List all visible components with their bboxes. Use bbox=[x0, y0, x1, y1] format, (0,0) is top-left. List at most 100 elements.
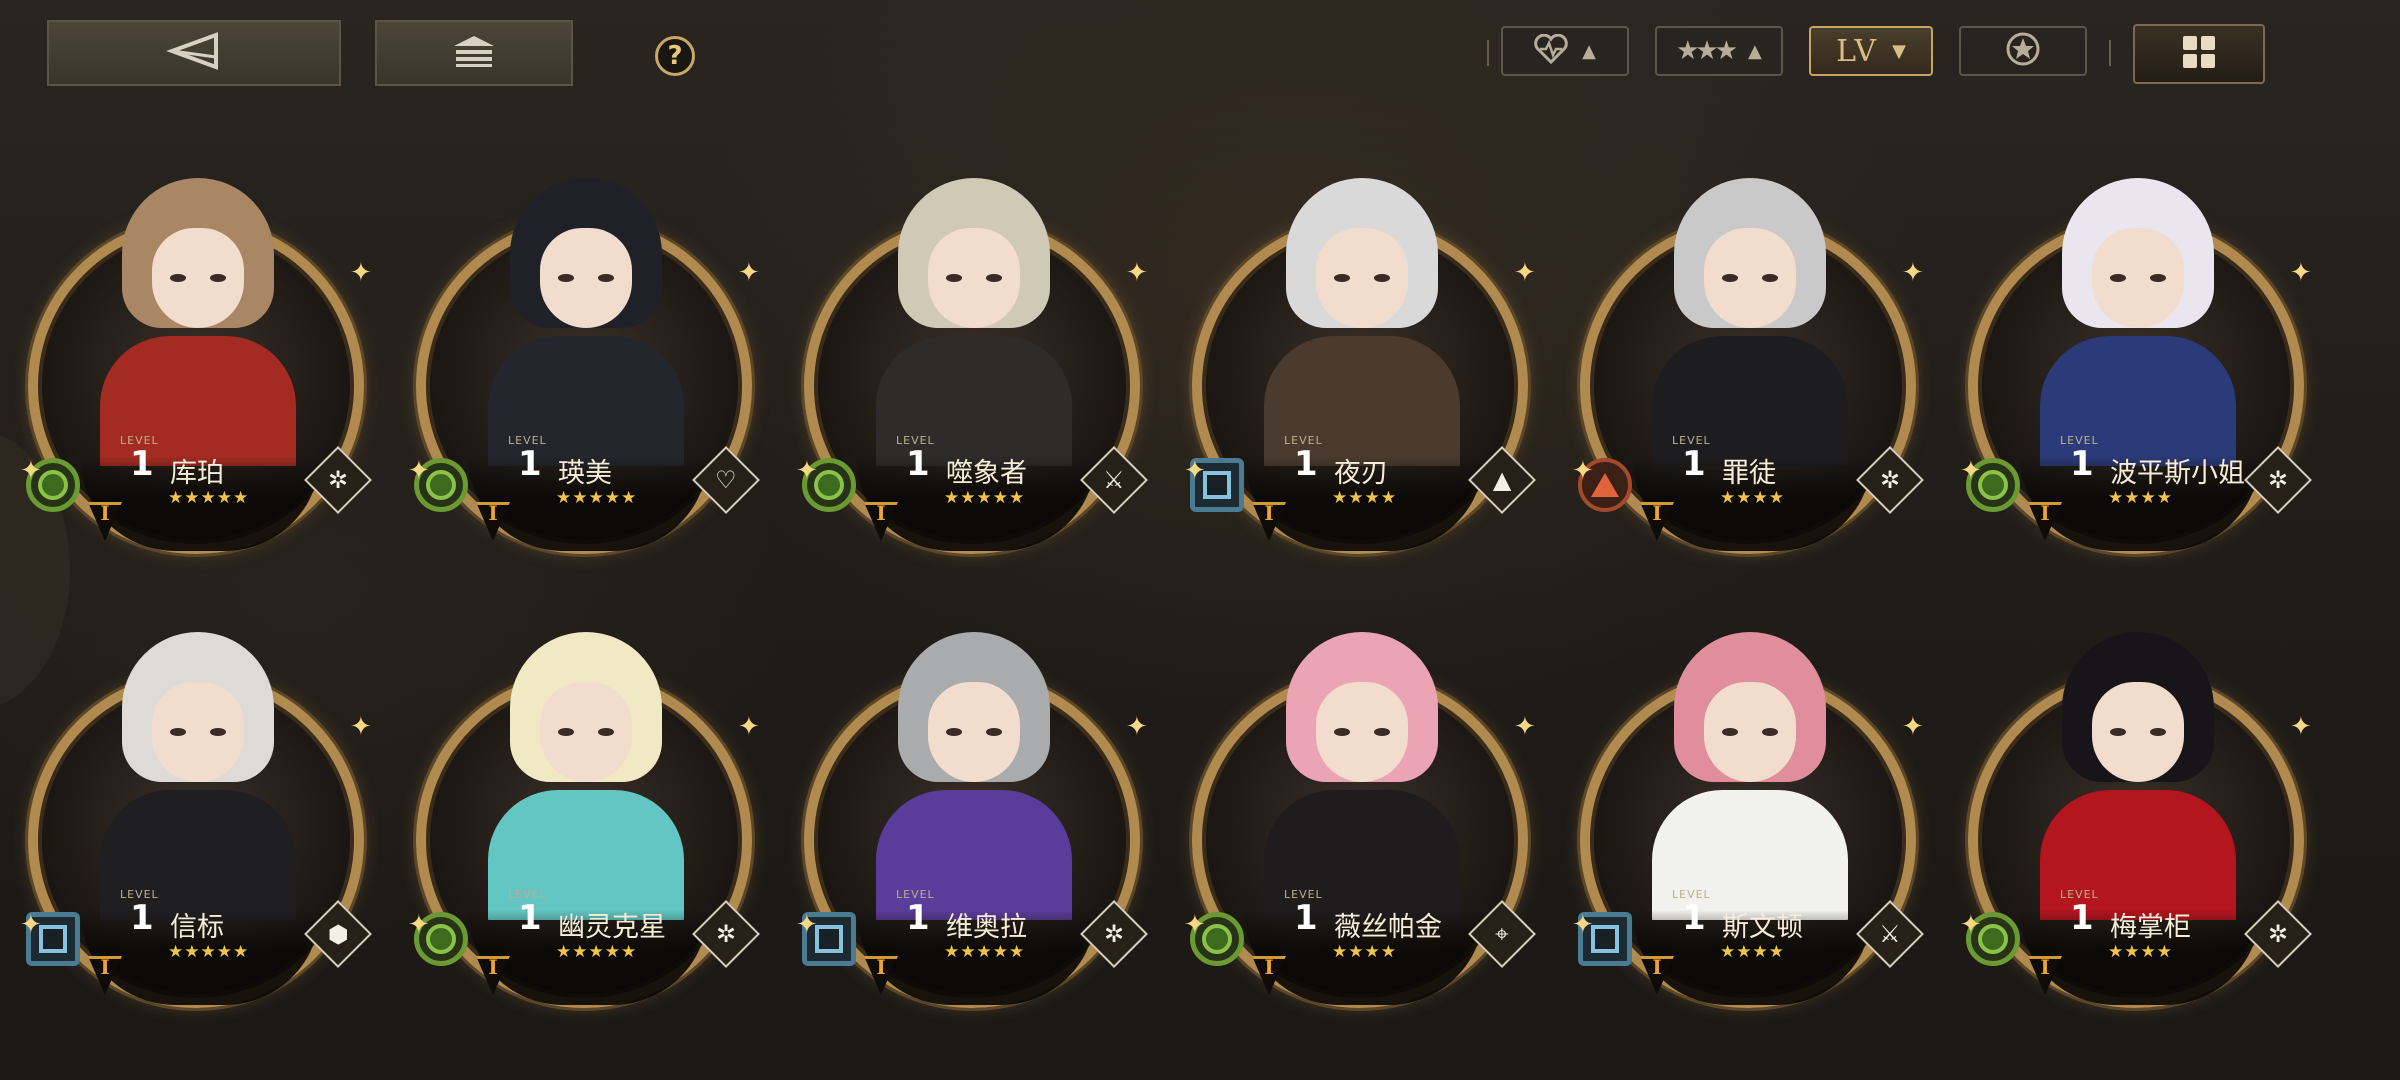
level-value: 1 bbox=[518, 898, 542, 938]
sort-level-label: LV bbox=[1836, 33, 1879, 69]
sort-level-button[interactable]: LV ▼ bbox=[1809, 26, 1933, 76]
portrait-eye bbox=[1334, 728, 1350, 736]
help-button[interactable]: ? bbox=[655, 36, 695, 76]
rank-value: I bbox=[1264, 501, 1274, 525]
portrait-face bbox=[152, 228, 244, 328]
character-card[interactable]: LEVEL 1 夜刃 ★★★★ I ▲ ✦ ✦ bbox=[1184, 166, 1544, 566]
star-rating: ★★★★ bbox=[2108, 942, 2173, 962]
level-value: 1 bbox=[906, 444, 930, 484]
portrait-eye bbox=[1374, 728, 1390, 736]
sparkle-icon: ✦ bbox=[1572, 910, 1594, 940]
portrait-face bbox=[1316, 228, 1408, 328]
character-portrait bbox=[1634, 166, 1866, 466]
portrait-eye bbox=[1374, 274, 1390, 282]
rank-value: I bbox=[876, 955, 886, 979]
character-card[interactable]: LEVEL 1 幽灵克星 ★★★★★ I ✲ ✦ ✦ bbox=[408, 620, 768, 1020]
rank-value: I bbox=[488, 501, 498, 525]
sparkle-icon: ✦ bbox=[738, 712, 760, 742]
back-button[interactable] bbox=[47, 20, 341, 86]
sparkle-icon: ✦ bbox=[408, 456, 430, 486]
character-card[interactable]: LEVEL 1 噬象者 ★★★★★ I ⚔ ✦ ✦ bbox=[796, 166, 1156, 566]
portrait-eye bbox=[1762, 728, 1778, 736]
sparkle-icon: ✦ bbox=[738, 258, 760, 288]
sparkle-icon: ✦ bbox=[1514, 258, 1536, 288]
filter-favorite-button[interactable] bbox=[1959, 26, 2087, 76]
sparkle-icon: ✦ bbox=[1960, 910, 1982, 940]
character-name: 信标 bbox=[170, 912, 224, 943]
portrait-eye bbox=[598, 728, 614, 736]
sort-affinity-button[interactable]: ▲ bbox=[1501, 26, 1629, 76]
sparkle-icon: ✦ bbox=[796, 910, 818, 940]
portrait-face bbox=[928, 682, 1020, 782]
character-portrait bbox=[82, 620, 314, 920]
portrait-face bbox=[540, 228, 632, 328]
back-arrow-icon bbox=[166, 31, 222, 75]
sparkle-icon: ✦ bbox=[20, 910, 42, 940]
rank-value: I bbox=[100, 955, 110, 979]
character-name: 夜刃 bbox=[1334, 458, 1388, 489]
sparkle-icon: ✦ bbox=[1902, 258, 1924, 288]
ascending-caret-icon: ▲ bbox=[1748, 40, 1762, 62]
sparkle-icon: ✦ bbox=[20, 456, 42, 486]
portrait-eye bbox=[558, 274, 574, 282]
divider bbox=[2109, 40, 2111, 66]
level-value: 1 bbox=[518, 444, 542, 484]
portrait-face bbox=[2092, 682, 2184, 782]
character-name: 库珀 bbox=[170, 458, 224, 489]
descending-caret-icon: ▼ bbox=[1892, 40, 1906, 62]
star-rating: ★★★★★ bbox=[944, 942, 1026, 962]
portrait-eye bbox=[2110, 274, 2126, 282]
character-card[interactable]: LEVEL 1 薇丝帕金 ★★★★ I ⌖ ✦ ✦ bbox=[1184, 620, 1544, 1020]
rank-value: I bbox=[1652, 955, 1662, 979]
sort-rarity-button[interactable]: ★★★ ▲ bbox=[1655, 26, 1783, 76]
star-rating: ★★★★ bbox=[1332, 488, 1397, 508]
rank-value: I bbox=[876, 501, 886, 525]
star-rating: ★★★★★ bbox=[168, 942, 250, 962]
character-card[interactable]: LEVEL 1 斯文顿 ★★★★ I ⚔ ✦ ✦ bbox=[1572, 620, 1932, 1020]
character-name: 罪徒 bbox=[1722, 458, 1776, 489]
sparkle-icon: ✦ bbox=[2290, 712, 2312, 742]
level-value: 1 bbox=[1294, 898, 1318, 938]
portrait-eye bbox=[210, 728, 226, 736]
character-name: 薇丝帕金 bbox=[1334, 912, 1442, 943]
sparkle-icon: ✦ bbox=[1572, 456, 1594, 486]
character-card[interactable]: LEVEL 1 波平斯小姐 ★★★★ I ✲ ✦ ✦ bbox=[1960, 166, 2320, 566]
character-card[interactable]: LEVEL 1 库珀 ★★★★★ I ✲ ✦ ✦ bbox=[20, 166, 380, 566]
sparkle-icon: ✦ bbox=[350, 712, 372, 742]
star-badge-icon bbox=[2005, 31, 2041, 71]
portrait-eye bbox=[946, 728, 962, 736]
portrait-eye bbox=[170, 728, 186, 736]
character-name: 维奥拉 bbox=[946, 912, 1027, 943]
portrait-face bbox=[540, 682, 632, 782]
character-portrait bbox=[1246, 166, 1478, 466]
rank-value: I bbox=[2040, 501, 2050, 525]
portrait-eye bbox=[2150, 274, 2166, 282]
character-card[interactable]: LEVEL 1 罪徒 ★★★★ I ✲ ✦ ✦ bbox=[1572, 166, 1932, 566]
stack-icon bbox=[450, 33, 498, 73]
sparkle-icon: ✦ bbox=[1126, 712, 1148, 742]
portrait-eye bbox=[1722, 728, 1738, 736]
grid-view-button[interactable] bbox=[2133, 24, 2265, 84]
sparkle-icon: ✦ bbox=[1514, 712, 1536, 742]
portrait-face bbox=[1316, 682, 1408, 782]
rank-value: I bbox=[1652, 501, 1662, 525]
character-portrait bbox=[82, 166, 314, 466]
home-button[interactable] bbox=[375, 20, 573, 86]
level-value: 1 bbox=[130, 898, 154, 938]
level-value: 1 bbox=[1682, 444, 1706, 484]
character-card[interactable]: LEVEL 1 梅掌柜 ★★★★ I ✲ ✦ ✦ bbox=[1960, 620, 2320, 1020]
rank-value: I bbox=[488, 955, 498, 979]
character-card[interactable]: LEVEL 1 维奥拉 ★★★★★ I ✲ ✦ ✦ bbox=[796, 620, 1156, 1020]
portrait-face bbox=[152, 682, 244, 782]
character-card[interactable]: LEVEL 1 信标 ★★★★★ I ⬢ ✦ ✦ bbox=[20, 620, 380, 1020]
sparkle-icon: ✦ bbox=[796, 456, 818, 486]
level-value: 1 bbox=[1294, 444, 1318, 484]
character-card[interactable]: LEVEL 1 瑛美 ★★★★★ I ♡ ✦ ✦ bbox=[408, 166, 768, 566]
portrait-face bbox=[2092, 228, 2184, 328]
portrait-eye bbox=[2150, 728, 2166, 736]
rank-value: I bbox=[2040, 955, 2050, 979]
portrait-eye bbox=[210, 274, 226, 282]
grid-icon bbox=[2182, 35, 2216, 73]
character-portrait bbox=[1246, 620, 1478, 920]
three-stars-icon: ★★★ bbox=[1676, 36, 1738, 66]
